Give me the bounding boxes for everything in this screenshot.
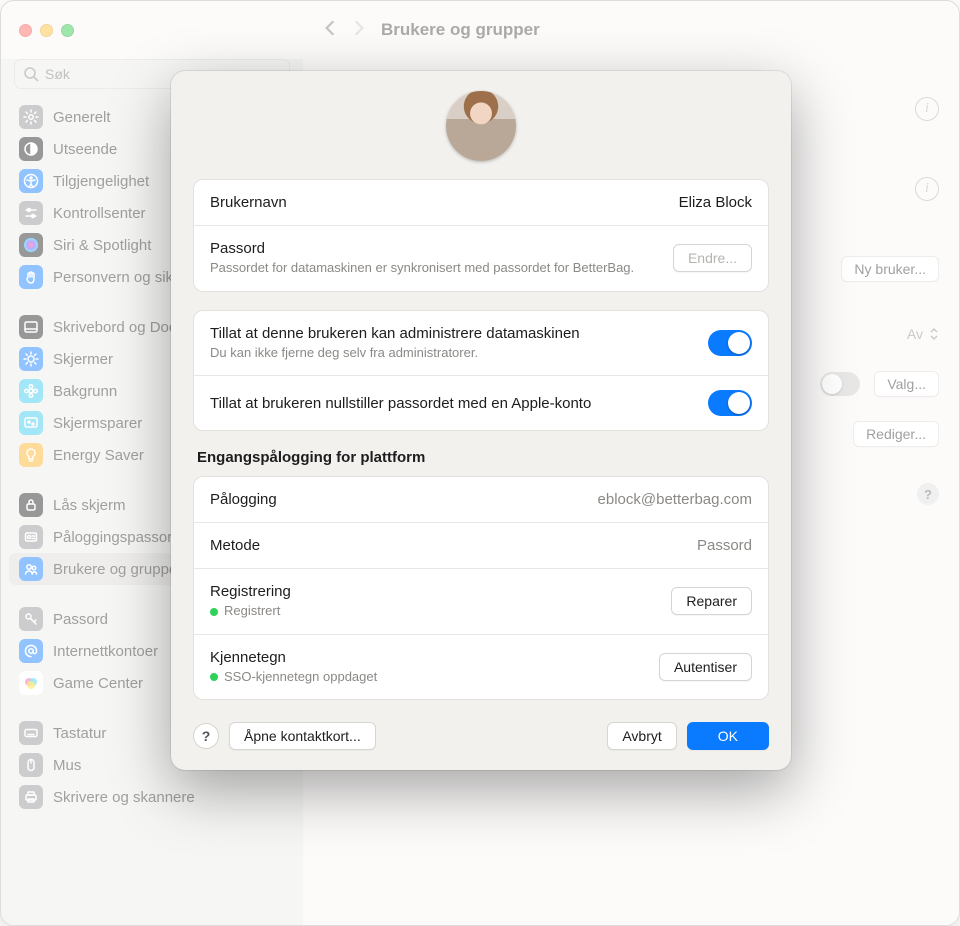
screensaver-icon <box>19 411 43 435</box>
sidebar-item-label: Utseende <box>53 141 117 158</box>
bulb-icon <box>19 443 43 467</box>
cancel-button[interactable]: Avbryt <box>607 722 676 750</box>
minimize-window-button[interactable] <box>40 24 53 37</box>
toolbar: Brukere og grupper <box>303 1 959 59</box>
admin-subtitle: Du kan ikke fjerne deg selv fra administ… <box>210 344 708 362</box>
ok-button[interactable]: OK <box>687 722 769 750</box>
key-icon <box>19 607 43 631</box>
back-button[interactable] <box>323 19 337 42</box>
page-title: Brukere og grupper <box>381 20 540 40</box>
dock-icon <box>19 315 43 339</box>
info-button-1[interactable]: i <box>915 97 939 121</box>
options-button[interactable]: Valg... <box>874 371 939 397</box>
method-label: Metode <box>210 537 697 554</box>
permissions-group: Tillat at denne brukeren kan administrer… <box>193 310 769 432</box>
sidebar-item-label: Brukere og grupper <box>53 561 182 578</box>
apple-reset-toggle[interactable] <box>708 390 752 416</box>
badge-icon <box>19 525 43 549</box>
new-user-button[interactable]: Ny bruker... <box>841 256 939 282</box>
registration-status: Registrert <box>210 602 671 620</box>
username-value: Eliza Block <box>679 194 752 211</box>
users-icon <box>19 557 43 581</box>
info-button-2[interactable]: i <box>915 177 939 201</box>
help-button[interactable]: ? <box>193 723 219 749</box>
search-icon <box>23 66 39 82</box>
forward-button[interactable] <box>352 19 366 42</box>
at-icon <box>19 639 43 663</box>
sidebar-item-label: Skrivere og skannere <box>53 789 195 806</box>
login-value: eblock@betterbag.com <box>598 491 752 508</box>
sidebar-item-label: Skjermer <box>53 351 113 368</box>
user-avatar[interactable] <box>446 91 516 161</box>
password-label: Passord <box>210 240 673 257</box>
close-window-button[interactable] <box>19 24 32 37</box>
registration-label: Registrering <box>210 583 671 600</box>
change-password-button[interactable]: Endre... <box>673 244 752 272</box>
admin-toggle[interactable] <box>708 330 752 356</box>
sidebar-item-label: Tilgjengelighet <box>53 173 149 190</box>
password-subtitle: Passordet for datamaskinen er synkronise… <box>210 259 673 277</box>
help-button-bg[interactable]: ? <box>917 483 939 505</box>
sidebar-item-label: Game Center <box>53 675 143 692</box>
sidebar-item-label: Tastatur <box>53 725 106 742</box>
sidebar-item-label: Internettkontoer <box>53 643 158 660</box>
token-label: Kjennetegn <box>210 649 659 666</box>
reset-label: Tillat at brukeren nullstiller passordet… <box>210 395 708 412</box>
gamecenter-icon <box>19 671 43 695</box>
sidebar-item-label: Lås skjerm <box>53 497 126 514</box>
sso-section-title: Engangspålogging for plattform <box>197 449 765 466</box>
repair-button[interactable]: Reparer <box>671 587 752 615</box>
sun-icon <box>19 347 43 371</box>
username-label: Brukernavn <box>210 194 679 211</box>
login-label: Pålogging <box>210 491 598 508</box>
sidebar-item-skrivere-og-skannere[interactable]: Skrivere og skannere <box>9 781 295 813</box>
sidebar-item-label: Påloggingspassord <box>53 529 181 546</box>
keyboard-icon <box>19 721 43 745</box>
sso-group: Pålogging eblock@betterbag.com Metode Pa… <box>193 476 769 700</box>
sidebar-item-label: Skjermsparer <box>53 415 142 432</box>
chevron-updown-icon <box>929 326 939 342</box>
siri-icon <box>19 233 43 257</box>
accessibility-icon <box>19 169 43 193</box>
sidebar-item-label: Passord <box>53 611 108 628</box>
fullscreen-window-button[interactable] <box>61 24 74 37</box>
sidebar-item-label: Siri & Spotlight <box>53 237 151 254</box>
sidebar-item-label: Skrivebord og Dock <box>53 319 184 336</box>
edit-button[interactable]: Rediger... <box>853 421 939 447</box>
open-contact-card-button[interactable]: Åpne kontaktkort... <box>229 722 376 750</box>
contrast-icon <box>19 137 43 161</box>
status-dot-icon <box>210 608 218 616</box>
sliders-icon <box>19 201 43 225</box>
hand-icon <box>19 265 43 289</box>
method-value: Passord <box>697 537 752 554</box>
token-status: SSO-kjennetegn oppdaget <box>210 668 659 686</box>
autologin-value: Av <box>907 326 923 342</box>
lock-icon <box>19 493 43 517</box>
admin-label: Tillat at denne brukeren kan administrer… <box>210 325 708 342</box>
sidebar-item-label: Mus <box>53 757 81 774</box>
flower-icon <box>19 379 43 403</box>
user-settings-dialog: Brukernavn Eliza Block Passord Passordet… <box>171 71 791 770</box>
gear-icon <box>19 105 43 129</box>
sidebar-item-label: Generelt <box>53 109 111 126</box>
mouse-icon <box>19 753 43 777</box>
sidebar-item-label: Kontrollsenter <box>53 205 146 222</box>
sidebar-item-label: Bakgrunn <box>53 383 117 400</box>
authenticate-button[interactable]: Autentiser <box>659 653 752 681</box>
sidebar-item-label: Energy Saver <box>53 447 144 464</box>
identity-group: Brukernavn Eliza Block Passord Passordet… <box>193 179 769 292</box>
window-controls <box>19 24 74 37</box>
printer-icon <box>19 785 43 809</box>
status-dot-icon <box>210 673 218 681</box>
guest-toggle[interactable] <box>820 372 860 396</box>
